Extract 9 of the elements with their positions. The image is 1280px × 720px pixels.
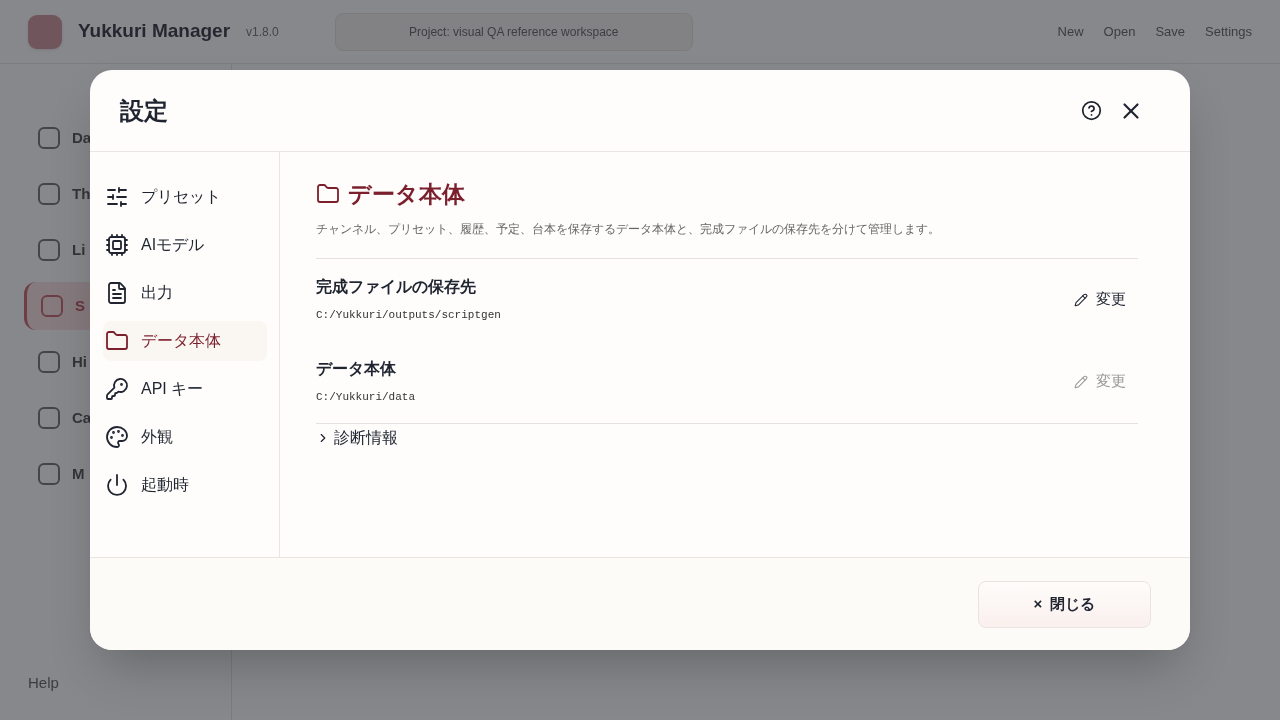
setting-label: 完成ファイルの保存先 xyxy=(316,277,477,298)
section-title: データ本体 xyxy=(348,180,465,209)
setting-path: C:/Yukkuri/outputs/scriptgen xyxy=(316,308,501,324)
version-label: v1.8.0 xyxy=(246,23,279,41)
setting-path: C:/Yukkuri/data xyxy=(316,390,416,406)
app-title: Yukkuri Manager xyxy=(78,19,231,44)
setting-label: データ本体 xyxy=(316,359,397,380)
dialog-title: 設定 xyxy=(120,95,168,126)
section-description: チャンネル、プリセット、履歴、予定、台本を保存するデータ本体と、完成ファイルの保存先を分けて管理します。 xyxy=(316,220,941,238)
